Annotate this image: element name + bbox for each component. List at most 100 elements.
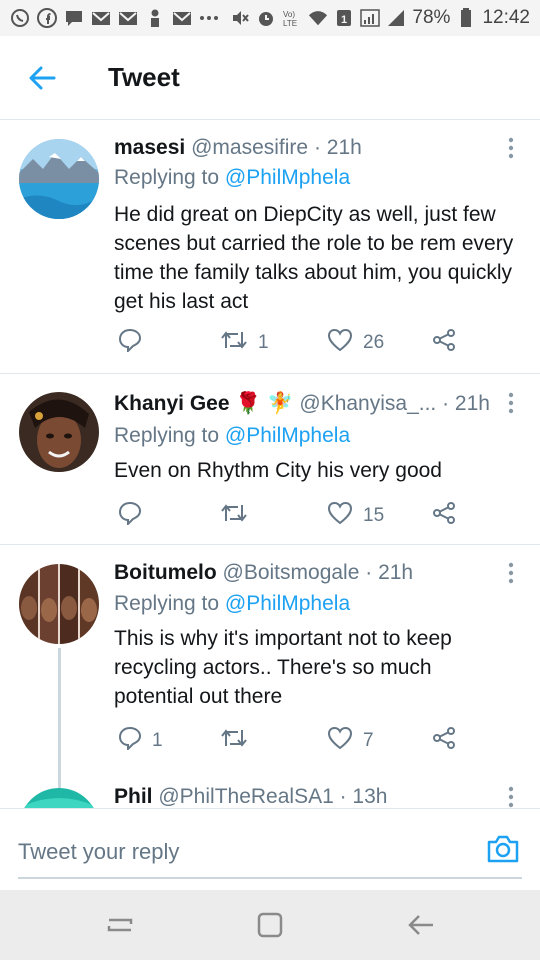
battery-percent: 78% bbox=[412, 7, 451, 28]
tweet-text: This is why it's important not to keep r… bbox=[114, 627, 452, 708]
tweet-item[interactable]: Khanyi Gee 🌹 🧚 @Khanyisa_... · 21h Reply… bbox=[0, 375, 540, 545]
reply-icon bbox=[118, 726, 142, 756]
wifi-icon bbox=[308, 8, 328, 28]
author-name[interactable]: Phil bbox=[114, 785, 153, 808]
tweet-time: · 21h bbox=[313, 136, 362, 159]
author-name[interactable]: masesi bbox=[114, 136, 185, 159]
avatar[interactable] bbox=[19, 139, 99, 219]
svg-text:LTE: LTE bbox=[283, 19, 297, 28]
author-emoji: 🌹 🧚 bbox=[235, 392, 294, 415]
app-header: Tweet bbox=[0, 36, 540, 120]
retweet-button[interactable] bbox=[220, 726, 258, 756]
gmail-icon bbox=[172, 8, 192, 28]
author-handle: @Boitsmogale bbox=[222, 561, 360, 584]
page-title: Tweet bbox=[108, 62, 180, 92]
message-icon bbox=[64, 8, 84, 28]
replying-to-handle[interactable]: @PhilMphela bbox=[225, 166, 350, 189]
share-button[interactable] bbox=[432, 501, 456, 531]
heart-icon bbox=[327, 328, 353, 358]
more-options-icon[interactable] bbox=[506, 137, 516, 159]
more-options-icon[interactable] bbox=[506, 562, 516, 584]
reply-input-underline bbox=[18, 877, 522, 879]
heart-icon bbox=[327, 726, 353, 756]
avatar[interactable] bbox=[19, 564, 99, 644]
more-options-icon[interactable] bbox=[506, 392, 516, 414]
heart-icon bbox=[327, 501, 353, 531]
tweet-time: · 13h bbox=[339, 785, 388, 808]
retweet-icon bbox=[220, 501, 248, 531]
retweet-button[interactable]: 1 bbox=[220, 328, 269, 358]
replying-to-handle[interactable]: @PhilMphela bbox=[225, 592, 350, 615]
svg-text:1: 1 bbox=[341, 14, 347, 26]
avatar[interactable] bbox=[19, 392, 99, 472]
volte-icon: Vo) LTE bbox=[282, 8, 302, 28]
facebook-icon bbox=[37, 8, 57, 28]
like-button[interactable]: 26 bbox=[327, 328, 384, 358]
replying-to-label: Replying to bbox=[114, 592, 225, 615]
tweet-text: Even on Rhythm City his very good bbox=[114, 459, 442, 482]
camera-icon[interactable] bbox=[486, 832, 520, 866]
more-dots-icon bbox=[199, 8, 219, 28]
tweet-item[interactable]: Phil @PhilTheRealSA1 · 13h bbox=[0, 770, 540, 808]
gmail-icon bbox=[118, 8, 138, 28]
replying-to: Replying to @PhilMphela bbox=[114, 424, 350, 448]
gmail-icon bbox=[91, 8, 111, 28]
alarm-icon bbox=[256, 8, 276, 28]
retweet-icon bbox=[220, 726, 248, 756]
like-button[interactable]: 7 bbox=[327, 726, 374, 756]
like-count: 26 bbox=[363, 332, 385, 353]
retweet-count: 1 bbox=[258, 332, 269, 353]
tweet-header: Boitumelo @Boitsmogale · 21h bbox=[114, 561, 413, 585]
back-icon[interactable] bbox=[406, 910, 436, 940]
tweet-time: · 21h bbox=[365, 561, 414, 584]
home-icon[interactable] bbox=[255, 910, 285, 940]
tweet-text: He did great on DiepCity as well, just f… bbox=[114, 203, 514, 313]
author-handle: @PhilTheRealSA1 bbox=[158, 785, 334, 808]
back-arrow-icon[interactable] bbox=[26, 62, 58, 94]
author-name[interactable]: Boitumelo bbox=[114, 561, 217, 584]
system-nav-bar bbox=[0, 890, 540, 960]
mute-icon bbox=[230, 8, 250, 28]
share-button[interactable] bbox=[432, 726, 456, 756]
reply-button[interactable] bbox=[118, 328, 152, 358]
replying-to-label: Replying to bbox=[114, 424, 225, 447]
reply-button[interactable] bbox=[118, 501, 152, 531]
replying-to-label: Replying to bbox=[114, 166, 225, 189]
tweet-actions: 15 bbox=[114, 501, 474, 531]
recent-apps-icon[interactable] bbox=[105, 910, 135, 940]
more-options-icon[interactable] bbox=[506, 786, 516, 808]
replying-to: Replying to @PhilMphela bbox=[114, 166, 350, 190]
reply-count: 1 bbox=[152, 730, 163, 751]
reply-icon bbox=[118, 501, 142, 531]
tweet-header: masesi @masesifire · 21h bbox=[114, 136, 362, 160]
battery-icon bbox=[456, 8, 476, 28]
replying-to: Replying to @PhilMphela bbox=[114, 592, 350, 616]
reply-input[interactable]: Tweet your reply bbox=[18, 839, 179, 865]
svg-text:Vo): Vo) bbox=[283, 10, 295, 19]
replying-to-handle[interactable]: @PhilMphela bbox=[225, 424, 350, 447]
person-icon bbox=[145, 8, 165, 28]
author-handle: @masesifire bbox=[191, 136, 309, 159]
tweet-header: Khanyi Gee 🌹 🧚 @Khanyisa_... · 21h bbox=[114, 392, 490, 416]
tweet-actions: 1 26 bbox=[114, 328, 474, 358]
whatsapp-icon bbox=[10, 8, 30, 28]
like-count: 7 bbox=[363, 730, 374, 751]
share-icon bbox=[432, 726, 456, 756]
tweet-actions: 1 7 bbox=[114, 726, 474, 756]
signal-icon bbox=[386, 8, 406, 28]
reply-icon bbox=[118, 328, 142, 358]
reply-button[interactable]: 1 bbox=[118, 726, 163, 756]
tweet-header: Phil @PhilTheRealSA1 · 13h bbox=[114, 785, 387, 808]
retweet-button[interactable] bbox=[220, 501, 258, 531]
thread-line bbox=[58, 648, 61, 788]
status-bar: Vo) LTE 1 78% 12:42 bbox=[0, 0, 540, 36]
status-time: 12:42 bbox=[482, 7, 530, 28]
tweet-item[interactable]: masesi @masesifire · 21h Replying to @Ph… bbox=[0, 121, 540, 374]
tweet-item[interactable]: Boitumelo @Boitsmogale · 21h Replying to… bbox=[0, 546, 540, 808]
author-handle: @Khanyisa_... bbox=[299, 392, 437, 415]
share-icon bbox=[432, 328, 456, 358]
share-button[interactable] bbox=[432, 328, 456, 358]
avatar[interactable] bbox=[19, 788, 99, 808]
like-button[interactable]: 15 bbox=[327, 501, 384, 531]
author-name[interactable]: Khanyi Gee bbox=[114, 392, 230, 415]
